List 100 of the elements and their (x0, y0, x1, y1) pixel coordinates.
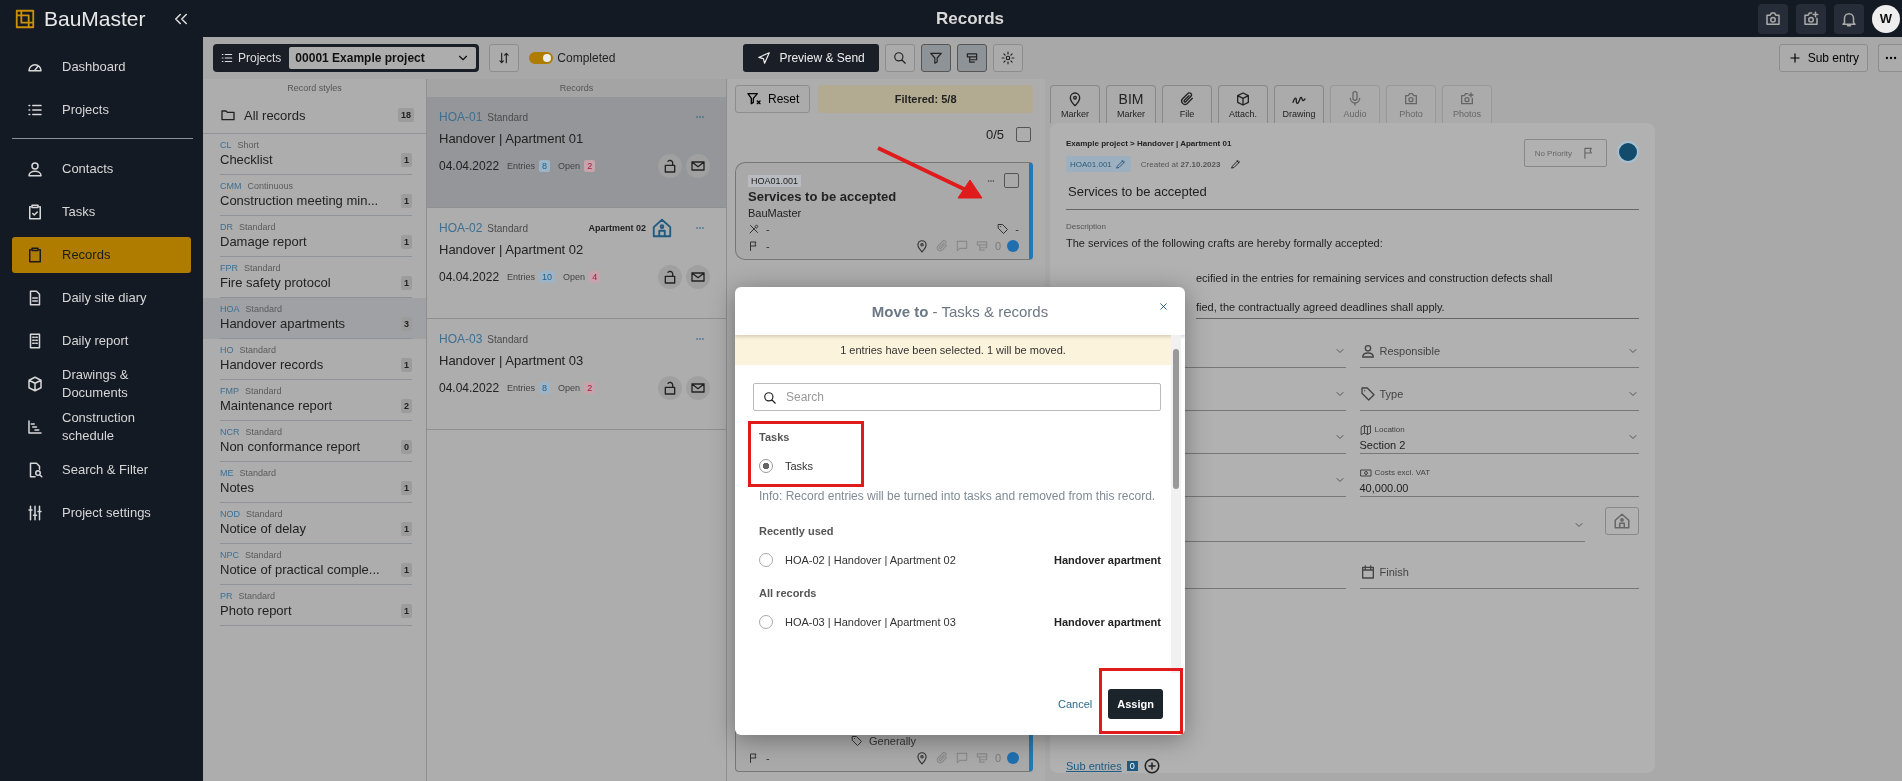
description-label: Description (1066, 222, 1107, 231)
record-item[interactable]: HOA-03 Standard Handover | Apartment 03 04.04.2022 Entries 8 Open 2 (427, 319, 726, 430)
record-item[interactable]: HOA-02 Standard Apartment 02 Handover | Apartment 02 04.04.2022 Entries 10 Open 4 (427, 208, 726, 319)
nav-item[interactable]: Daily site diary (12, 280, 191, 316)
dropdown-field[interactable]: Costs excl. VAT 40,000.00 (1359, 464, 1639, 497)
dropdown-field[interactable]: Location Section 2 (1359, 421, 1639, 454)
description-text: The services of the following crafts are hereby formally accepted: (1066, 237, 1384, 249)
notifications-button[interactable] (1834, 3, 1864, 34)
record-item[interactable]: HOA-01 Standard Handover | Apartment 01 04.04.2022 Entries 8 Open 2 (427, 97, 726, 208)
user-avatar[interactable]: W (1872, 4, 1900, 33)
nav-item[interactable]: Construction schedule (12, 409, 191, 445)
style-type: Standard (239, 222, 276, 232)
nav-item[interactable]: Projects (12, 92, 191, 128)
mail-icon (690, 269, 706, 285)
radio-button[interactable] (759, 615, 773, 629)
stack-icon (974, 239, 989, 253)
settings-button[interactable] (992, 44, 1023, 72)
record-style-item[interactable]: NPC Standard Notice of practical comple... 1 (203, 544, 426, 585)
unlock-button[interactable] (658, 265, 682, 289)
move-target-option[interactable]: HOA-02 | Handover | Apartment 02 Handover apartment (759, 553, 1161, 567)
camera-plus-icon (1802, 9, 1820, 28)
scrollbar[interactable] (1171, 335, 1181, 673)
move-target-option[interactable]: HOA-03 | Handover | Apartment 03 Handover apartment (759, 615, 1161, 629)
select-all-checkbox[interactable] (1016, 127, 1031, 142)
attachment-tab[interactable]: Marker (1050, 85, 1100, 123)
reset-button[interactable]: Reset (735, 85, 811, 113)
assign-button[interactable]: Assign (1108, 689, 1163, 719)
filter-status-badge: Filtered: 5/8 (818, 85, 1033, 113)
record-style-item[interactable]: CMM Continuous Construction meeting min... 1 (203, 175, 426, 216)
attachment-tab[interactable]: BIM Marker (1106, 85, 1156, 123)
nav-item[interactable]: Daily report (12, 323, 191, 359)
move-target-option[interactable]: Tasks (759, 459, 1161, 473)
unlock-button[interactable] (658, 376, 682, 400)
preview-send-button[interactable]: Preview & Send (743, 44, 879, 72)
count-badge: 1 (401, 480, 412, 495)
record-style-item[interactable]: HO Standard Handover records 1 (203, 339, 426, 380)
radio-button[interactable] (759, 553, 773, 567)
nav-item[interactable]: Search & Filter (12, 452, 191, 488)
unlock-button[interactable] (658, 154, 682, 178)
unlocked-padlock-icon (662, 158, 678, 174)
sub-entry-button[interactable]: Sub entry (1778, 44, 1868, 72)
search-button[interactable] (884, 44, 915, 72)
search-field[interactable]: Search (753, 383, 1161, 411)
field-label: Costs excl. VAT (1374, 468, 1431, 477)
nav-item[interactable]: Project settings (12, 495, 191, 531)
entries-label: Entries (507, 383, 536, 393)
cancel-button[interactable]: Cancel (1052, 697, 1099, 711)
nav-item[interactable]: Dashboard (12, 49, 191, 85)
style-code: CL (220, 140, 232, 150)
all-records-item[interactable]: All records 18 (203, 97, 426, 134)
dropdown-field[interactable]: Type (1359, 378, 1639, 411)
record-style-item[interactable]: CL Short Checklist 1 (203, 134, 426, 175)
nav-item[interactable]: Drawings & Documents (12, 366, 191, 402)
record-style-item[interactable]: NCR Standard Non conformance report 0 (203, 421, 426, 462)
camera-icon (1403, 90, 1419, 107)
entry-type: - (1015, 223, 1019, 235)
entries-label: Entries (507, 161, 536, 171)
record-style-item[interactable]: ME Standard Notes 1 (203, 462, 426, 503)
sub-entries-link[interactable]: Sub entries (1066, 760, 1122, 772)
date-field[interactable]: Finish (1359, 556, 1639, 589)
count-badge: 2 (401, 398, 412, 413)
attachment-tab[interactable]: Drawing (1274, 85, 1324, 123)
apartment-button[interactable] (1605, 506, 1639, 535)
pencil-icon[interactable] (1230, 158, 1243, 170)
project-dropdown[interactable]: 00001 Example project (289, 47, 477, 69)
record-style-item[interactable]: HOA Standard Handover apartments 3 (203, 298, 426, 339)
count-badge: 18 (398, 108, 414, 122)
column-header: Record styles (286, 82, 343, 95)
info-icon[interactable] (1007, 752, 1019, 764)
tag-icon (850, 735, 863, 747)
mail-button[interactable] (686, 265, 710, 289)
completed-toggle[interactable] (529, 52, 554, 64)
radio-button[interactable] (759, 459, 773, 473)
record-style-item[interactable]: DR Standard Damage report 1 (203, 216, 426, 257)
entry-priority: - (766, 240, 770, 252)
grouping-button[interactable] (956, 44, 987, 72)
record-type: Standard (487, 111, 528, 123)
attachment-tab[interactable]: Attach. (1218, 85, 1268, 123)
entry-title-field[interactable]: Services to be accepted (1066, 174, 1639, 210)
attachment-tab[interactable]: File (1162, 85, 1212, 123)
entry-checkbox[interactable] (1004, 173, 1019, 188)
mail-button[interactable] (686, 154, 710, 178)
record-style-item[interactable]: FMP Standard Maintenance report 2 (203, 380, 426, 421)
sort-button[interactable] (489, 44, 520, 72)
nav-item[interactable]: Tasks (12, 194, 191, 230)
nav-item[interactable]: Records (12, 237, 191, 273)
filter-button[interactable] (920, 44, 951, 72)
style-code: DR (220, 222, 233, 232)
dropdown-field[interactable]: Responsible (1359, 335, 1639, 368)
nav-item[interactable]: Contacts (12, 151, 191, 187)
add-photo-button[interactable] (1796, 3, 1826, 34)
close-icon[interactable] (1158, 301, 1169, 312)
record-style-item[interactable]: PR Standard Photo report 1 (203, 585, 426, 626)
field-label: Type (1379, 388, 1404, 400)
project-selector[interactable]: Projects 00001 Example project (213, 44, 480, 72)
record-style-item[interactable]: NOD Standard Notice of delay 1 (203, 503, 426, 544)
search-icon (763, 391, 777, 405)
mail-button[interactable] (686, 376, 710, 400)
info-icon[interactable] (1617, 141, 1639, 163)
camera-button[interactable] (1758, 3, 1788, 34)
